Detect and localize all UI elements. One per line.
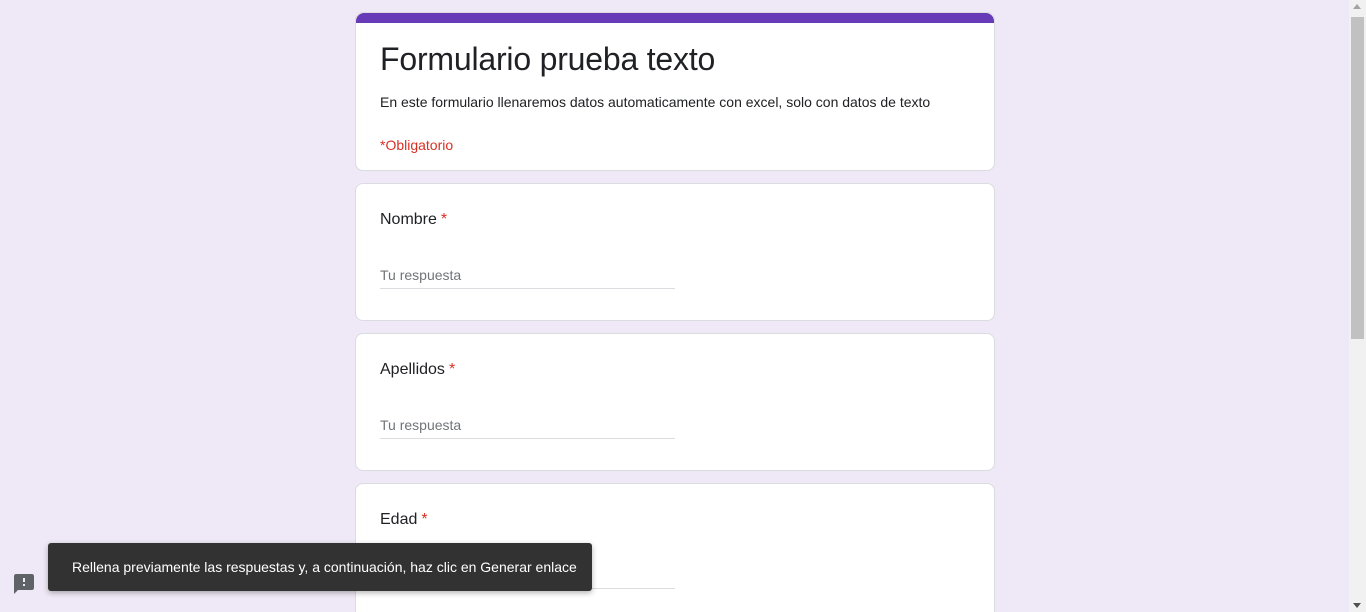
toast-message: Rellena previamente las respuestas y, a … bbox=[72, 559, 577, 575]
question-label-text: Nombre bbox=[380, 211, 437, 228]
question-label-text: Edad bbox=[380, 511, 418, 528]
nombre-input[interactable] bbox=[380, 262, 675, 289]
question-card-nombre: Nombre * bbox=[355, 183, 995, 321]
required-asterisk: * bbox=[448, 361, 456, 378]
required-asterisk: * bbox=[440, 211, 448, 228]
form-column: Formulario prueba texto En este formular… bbox=[355, 12, 995, 612]
question-label-text: Apellidos bbox=[380, 361, 445, 378]
scroll-thumb[interactable] bbox=[1351, 17, 1364, 339]
question-label: Nombre * bbox=[380, 210, 447, 230]
feedback-icon[interactable] bbox=[12, 572, 36, 596]
form-title: Formulario prueba texto bbox=[380, 41, 716, 77]
required-asterisk: * bbox=[421, 511, 428, 528]
scroll-down-arrow-icon[interactable] bbox=[1353, 603, 1361, 608]
question-label: Apellidos * bbox=[380, 360, 455, 380]
vertical-scrollbar[interactable] bbox=[1349, 0, 1366, 612]
form-description: En este formulario llenaremos datos auto… bbox=[380, 94, 931, 110]
accent-bar bbox=[356, 13, 994, 23]
page-viewport: Formulario prueba texto En este formular… bbox=[0, 0, 1366, 612]
question-card-apellidos: Apellidos * bbox=[355, 333, 995, 471]
form-header-card: Formulario prueba texto En este formular… bbox=[355, 12, 995, 171]
prefill-toast: Rellena previamente las respuestas y, a … bbox=[48, 543, 592, 591]
required-note: *Obligatorio bbox=[380, 137, 454, 153]
question-label: Edad * bbox=[380, 510, 428, 530]
apellidos-input[interactable] bbox=[380, 412, 675, 439]
scroll-up-arrow-icon[interactable] bbox=[1353, 4, 1361, 9]
